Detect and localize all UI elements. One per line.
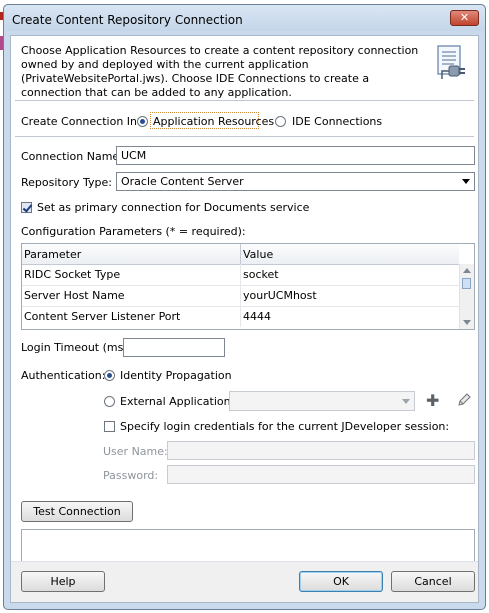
connection-name-label: Connection Name: xyxy=(21,150,123,163)
scrollbar-thumb[interactable] xyxy=(462,278,471,289)
table-row[interactable]: RIDC Socket Type socket xyxy=(22,264,459,286)
test-connection-button[interactable]: Test Connection xyxy=(21,501,133,522)
primary-connection-label[interactable]: Set as primary connection for Documents … xyxy=(37,201,309,214)
plus-icon[interactable]: ✚ xyxy=(426,393,439,409)
info-text: Choose Application Resources to create a… xyxy=(21,44,419,99)
application-resources-radio[interactable] xyxy=(137,116,148,127)
cancel-label: Cancel xyxy=(414,575,452,588)
value-cell[interactable]: socket xyxy=(243,268,279,281)
configuration-parameters-label: Configuration Parameters (* = required): xyxy=(21,225,246,238)
configuration-table: Parameter Value RIDC Socket Type socket … xyxy=(21,243,475,330)
table-row[interactable]: Server Host Name yourUCMhost xyxy=(22,285,459,307)
column-divider xyxy=(240,244,241,264)
parameter-cell: RIDC Socket Type xyxy=(24,268,121,281)
dialog-window: Create Content Repository Connection ✕ C… xyxy=(3,4,486,610)
parameter-cell: Content Server Listener Port xyxy=(24,310,181,323)
repository-type-label: Repository Type: xyxy=(21,176,112,189)
ide-connections-label[interactable]: IDE Connections xyxy=(292,115,382,128)
scroll-down-icon[interactable] xyxy=(463,320,471,325)
scroll-up-icon[interactable] xyxy=(463,268,471,273)
column-header-parameter[interactable]: Parameter xyxy=(24,248,81,261)
identity-propagation-label[interactable]: Identity Propagation xyxy=(120,369,232,382)
dialog-title: Create Content Repository Connection xyxy=(12,13,243,27)
create-connection-in-label: Create Connection In: xyxy=(21,115,141,128)
ok-label: OK xyxy=(333,575,349,588)
repository-type-select[interactable]: Oracle Content Server xyxy=(116,172,475,191)
user-name-input[interactable] xyxy=(167,441,475,460)
password-input[interactable] xyxy=(167,465,475,484)
login-timeout-label: Login Timeout (ms): xyxy=(21,341,132,354)
authentication-label: Authentication: xyxy=(21,369,106,382)
help-label: Help xyxy=(50,575,76,588)
dialog-footer: Help OK Cancel xyxy=(11,561,478,602)
close-button[interactable]: ✕ xyxy=(450,10,479,26)
dialog-body: Choose Application Resources to create a… xyxy=(10,35,479,603)
value-cell[interactable]: 4444 xyxy=(243,310,271,323)
external-application-label[interactable]: External Application: xyxy=(120,395,234,408)
value-cell[interactable]: yourUCMhost xyxy=(243,289,317,302)
parameter-cell: Server Host Name xyxy=(24,289,125,302)
table-row[interactable]: Content Server Listener Port 4444 xyxy=(22,306,459,327)
help-button[interactable]: Help xyxy=(21,571,105,592)
chevron-down-icon xyxy=(462,179,470,184)
identity-propagation-radio[interactable] xyxy=(104,370,115,381)
login-credentials-checkbox[interactable] xyxy=(104,421,115,432)
user-name-label: User Name: xyxy=(103,445,168,458)
title-bar[interactable]: Create Content Repository Connection ✕ xyxy=(4,5,485,31)
test-connection-label: Test Connection xyxy=(33,505,121,518)
table-scrollbar[interactable] xyxy=(459,264,474,329)
chevron-down-icon xyxy=(402,399,410,404)
login-credentials-label[interactable]: Specify login credentials for the curren… xyxy=(120,420,449,433)
column-divider xyxy=(240,285,241,306)
column-divider xyxy=(240,264,241,285)
login-timeout-input[interactable] xyxy=(123,338,225,357)
password-label: Password: xyxy=(103,469,159,482)
pencil-icon[interactable] xyxy=(456,392,472,408)
connection-name-input[interactable]: UCM xyxy=(116,146,475,165)
primary-connection-checkbox[interactable] xyxy=(21,202,32,213)
separator xyxy=(15,136,474,137)
table-header: Parameter Value xyxy=(22,244,459,265)
column-header-value[interactable]: Value xyxy=(243,248,273,261)
ide-connections-radio[interactable] xyxy=(275,116,286,127)
repository-type-value: Oracle Content Server xyxy=(121,175,244,188)
separator xyxy=(15,100,474,101)
close-icon: ✕ xyxy=(459,11,470,24)
ok-button[interactable]: OK xyxy=(299,571,383,592)
cancel-button[interactable]: Cancel xyxy=(391,571,475,592)
external-application-select[interactable] xyxy=(229,391,415,411)
application-resources-label[interactable]: Application Resources xyxy=(153,115,274,128)
column-divider xyxy=(240,306,241,327)
external-application-radio[interactable] xyxy=(104,396,115,407)
connection-document-icon xyxy=(437,45,465,79)
